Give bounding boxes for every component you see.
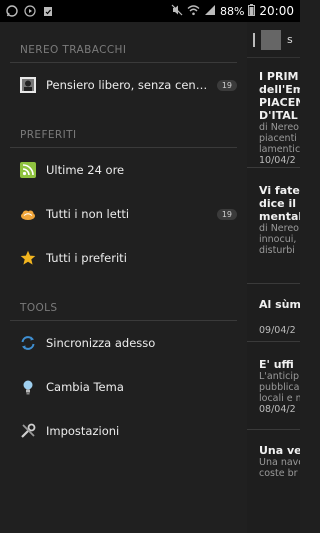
drawer-toggle-icon[interactable] <box>253 32 255 47</box>
section-header-preferiti: PREFERITI <box>20 129 77 141</box>
unread-count-badge: 19 <box>216 208 237 220</box>
drawer-item-pensiero-libero[interactable]: Pensiero libero, senza censure... 19 <box>0 63 247 107</box>
section-header-account: NEREO TRABACCHI <box>20 44 127 56</box>
drawer-item-cambia-tema[interactable]: Cambia Tema <box>0 365 247 409</box>
article-excerpt: L'anticippubblicalocali e m <box>259 371 300 404</box>
article-date: 10/04/2 <box>259 155 296 166</box>
drawer-item-label: Cambia Tema <box>46 380 124 394</box>
mute-icon <box>171 4 183 19</box>
status-bar: 88% 20:00 <box>0 0 300 22</box>
avatar-icon <box>20 77 36 93</box>
battery-icon <box>248 3 256 19</box>
article-row[interactable]: E' uffi L'anticippubblicalocali e m 08/0… <box>247 342 300 430</box>
article-title: Al sùm <box>259 298 300 311</box>
article-excerpt: di Nereo piacenti lamentic <box>259 122 300 155</box>
article-row[interactable]: I PRIM dell'Em PIACEN D'ITAL di Nereo piacen… <box>247 58 300 168</box>
drawer-item-label: Tutti i non letti <box>46 207 130 221</box>
section-header-tools: TOOLS <box>20 302 58 314</box>
drawer-item-tutti-preferiti[interactable]: Tutti i preferiti <box>0 236 247 280</box>
content-header: s <box>247 22 300 58</box>
article-row[interactable]: Al sùm 09/04/2 <box>247 284 300 342</box>
star-icon <box>20 250 36 266</box>
drawer-item-label: Ultime 24 ore <box>46 163 125 177</box>
article-title: I PRIM dell'Em PIACEN D'ITAL <box>259 70 300 122</box>
article-row[interactable]: Vi fatedice il lmentale di Nereoinnocui,… <box>247 168 300 284</box>
drawer-item-label: Tutti i preferiti <box>46 251 127 265</box>
article-title: E' uffi <box>259 358 294 371</box>
article-title: Vi fatedice il lmentale <box>259 184 300 223</box>
content-title: s <box>287 33 293 46</box>
rss-icon <box>20 162 36 178</box>
drawer-item-label: Impostazioni <box>46 424 120 438</box>
bulb-icon <box>20 379 36 395</box>
navigation-drawer: NEREO TRABACCHI Pensiero libero, senza c… <box>0 22 247 533</box>
drawer-item-sincronizza[interactable]: Sincronizza adesso <box>0 321 247 365</box>
wifi-icon <box>187 4 200 19</box>
clipboard-icon <box>42 5 54 17</box>
play-icon <box>24 5 36 17</box>
article-list-behind-drawer: s I PRIM dell'Em PIACEN D'ITAL di Nereo piac… <box>247 22 300 533</box>
signal-icon <box>204 4 216 19</box>
article-date: 08/04/2 <box>259 404 296 415</box>
drawer-item-label: Pensiero libero, senza censure... <box>46 78 211 92</box>
article-excerpt: di Nereo innocui, disturbi <box>259 223 299 256</box>
article-row[interactable]: Una ver Una navecoste br <box>247 430 300 490</box>
unread-count-badge: 19 <box>216 79 237 91</box>
drawer-item-tutti-non-letti[interactable]: Tutti i non letti 19 <box>0 192 247 236</box>
article-title: Una ver <box>259 444 300 457</box>
drawer-item-impostazioni[interactable]: Impostazioni <box>0 409 247 453</box>
whatsapp-icon <box>6 5 18 17</box>
sync-icon <box>20 335 36 351</box>
settings-icon <box>20 423 36 439</box>
cloud-icon <box>20 206 36 222</box>
avatar <box>261 29 281 50</box>
drawer-item-label: Sincronizza adesso <box>46 336 156 350</box>
drawer-item-ultime-24-ore[interactable]: Ultime 24 ore <box>0 148 247 192</box>
article-excerpt: Una nave coste br <box>259 457 300 479</box>
article-date: 09/04/2 <box>259 325 296 336</box>
battery-label: 88% <box>219 4 245 18</box>
clock: 20:00 <box>259 4 294 18</box>
